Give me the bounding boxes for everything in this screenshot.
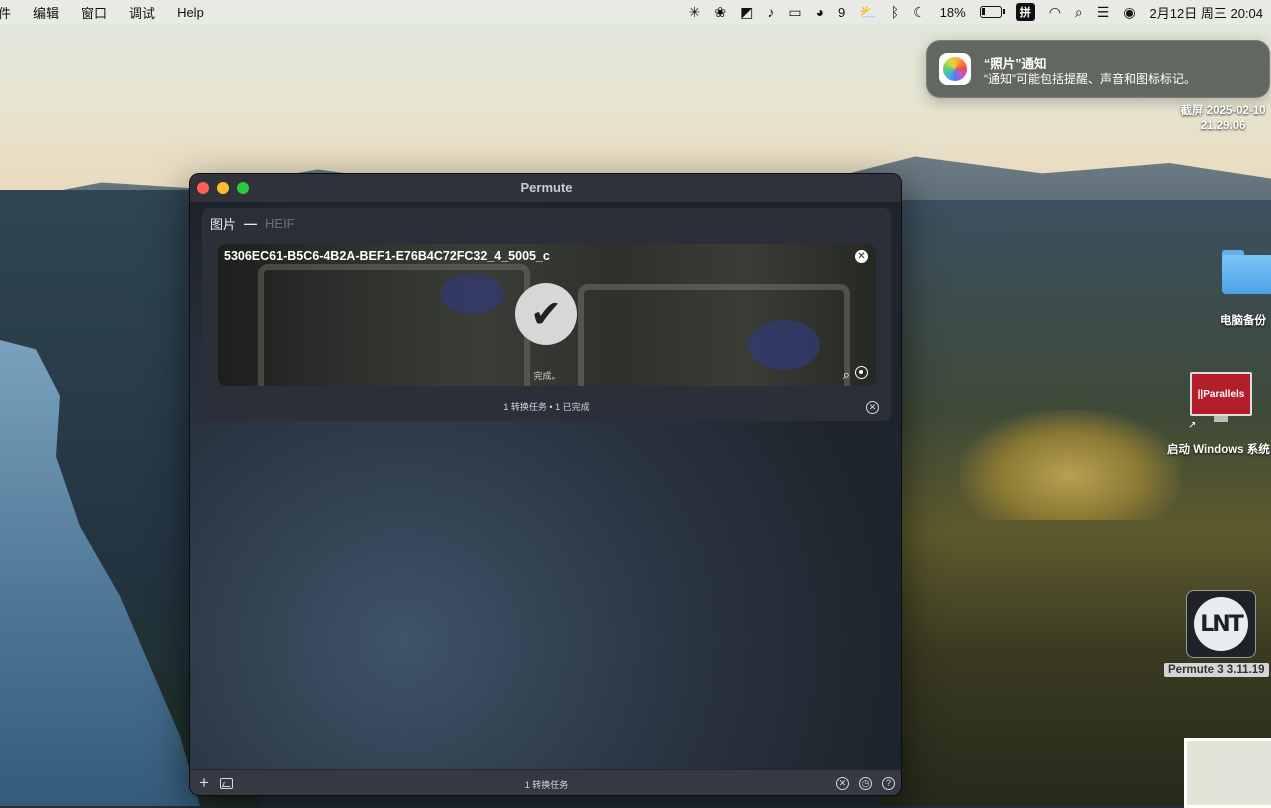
cancel-all-icon[interactable]: ✕ — [836, 777, 849, 790]
wallpaper-sky — [0, 0, 1271, 200]
control-center-icon[interactable]: ☰ — [1097, 4, 1110, 21]
wifi-icon[interactable]: ◠ — [1049, 4, 1061, 21]
notification-body: “通知”可能包括提醒、声音和图标标记。 — [984, 72, 1196, 86]
group-media-type: 图片 — [210, 216, 237, 232]
remove-item-icon[interactable]: ✕ — [855, 250, 868, 263]
history-clock-icon[interactable]: ◷ — [859, 777, 872, 790]
window-zoom-button[interactable] — [237, 182, 249, 194]
battery-icon[interactable] — [979, 6, 1005, 18]
output-format-selector[interactable]: HEIF — [265, 216, 295, 231]
bluetooth-icon[interactable]: ᛒ — [891, 4, 899, 20]
battery-percent: 18% — [939, 4, 966, 20]
menu-window[interactable]: 窗口 — [81, 3, 107, 22]
app-menus: 件 编辑 窗口 调试 Help — [0, 0, 226, 24]
screenshot-label-line2: 21.29.06 — [1200, 120, 1246, 132]
done-checkmark-icon: ✔ — [515, 283, 577, 345]
permute-window: Permute 图片 — HEIF 5306EC61-B5C6-4B2A-BEF… — [189, 173, 902, 796]
group-header: 图片 — HEIF — [210, 214, 295, 232]
permute-app-icon[interactable]: LNT — [1186, 590, 1256, 658]
item-filename: 5306EC61-B5C6-4B2A-BEF1-E76B4C72FC32_4_5… — [224, 249, 550, 263]
reveal-in-finder-icon[interactable]: ⌕ — [843, 367, 850, 383]
display-icon[interactable]: ▭ — [788, 4, 801, 21]
help-icon[interactable]: ? — [882, 777, 895, 790]
window-title: Permute — [520, 180, 573, 195]
status-area: ✳ ❀ ◩ ♪ ▭ ◕ 9 ⛅ ᛒ ☾ 18% 拼 ◠ ⌕ ☰ ◉ 2月12日 … — [689, 0, 1263, 24]
item-status: 完成。 — [533, 371, 561, 381]
input-method-indicator[interactable]: 拼 — [1015, 3, 1035, 21]
menu-file[interactable]: 件 — [0, 3, 11, 22]
menubar-clock[interactable]: 2月12日 周三 20:04 — [1150, 3, 1263, 22]
total-tasks-summary: 1 转换任务 — [524, 780, 569, 790]
window-bottom-bar: + 1 转换任务 ✕ ◷ ? — [190, 769, 901, 795]
screenshot-thumbnail-preview[interactable] — [1184, 738, 1271, 808]
tiktok-icon[interactable]: ♪ — [767, 4, 774, 20]
wechat-icon[interactable]: ◕ — [816, 4, 824, 20]
capcut-icon[interactable]: ◩ — [740, 4, 753, 21]
menu-debug[interactable]: 调试 — [129, 3, 155, 22]
screenshot-file-label[interactable]: 截屏 2025-02-10 21.29.06 — [1168, 104, 1271, 134]
wechat-count: 9 — [838, 4, 846, 20]
perplexity-icon[interactable]: ✳ — [689, 4, 701, 21]
photos-notification[interactable]: “照片”通知 “通知”可能包括提醒、声音和图标标记。 — [926, 40, 1270, 98]
backup-folder-label[interactable]: 电脑备份 — [1220, 312, 1271, 328]
photos-app-icon — [939, 53, 971, 85]
alias-arrow-icon: ↗ — [1188, 420, 1197, 431]
group-header-dash: — — [244, 215, 258, 231]
menu-help[interactable]: Help — [177, 5, 204, 20]
conversion-group: 图片 — HEIF 5306EC61-B5C6-4B2A-BEF1-E76B4C… — [202, 208, 891, 421]
menu-edit[interactable]: 编辑 — [33, 3, 59, 22]
spotlight-search-icon[interactable]: ⌕ — [1075, 4, 1083, 21]
conversion-item[interactable]: 5306EC61-B5C6-4B2A-BEF1-E76B4C72FC32_4_5… — [218, 244, 876, 386]
window-minimize-button[interactable] — [217, 182, 229, 194]
clear-group-icon[interactable]: ✕ — [866, 401, 879, 414]
permute-app-label[interactable]: Permute 3 3.11.19 — [1164, 663, 1269, 677]
window-close-button[interactable] — [197, 182, 209, 194]
overlap-circles-icon[interactable]: ❀ — [714, 4, 726, 21]
permute-icon-text: LNT — [1194, 597, 1248, 651]
wallpaper-sunlit-hill — [960, 410, 1180, 520]
item-settings-gear-icon[interactable] — [855, 366, 868, 379]
parallels-label[interactable]: 启动 Windows 系统 — [1167, 441, 1271, 457]
weather-icon[interactable]: ⛅ — [859, 4, 876, 21]
backup-folder-icon[interactable] — [1222, 250, 1271, 294]
siri-icon[interactable]: ◉ — [1123, 4, 1135, 21]
parallels-icon-text: ||Parallels — [1190, 372, 1252, 416]
menu-bar: 件 编辑 窗口 调试 Help ✳ ❀ ◩ ♪ ▭ ◕ 9 ⛅ ᛒ ☾ 18% … — [0, 0, 1271, 24]
group-summary: 1 转换任务 • 1 已完成 — [503, 402, 590, 412]
screenshot-label-line1: 截屏 2025-02-10 — [1180, 105, 1266, 117]
focus-moon-icon[interactable]: ☾ — [913, 4, 926, 21]
parallels-app-icon[interactable]: ||Parallels — [1190, 372, 1252, 422]
window-titlebar[interactable]: Permute — [190, 174, 901, 202]
battery-fill — [981, 8, 985, 15]
